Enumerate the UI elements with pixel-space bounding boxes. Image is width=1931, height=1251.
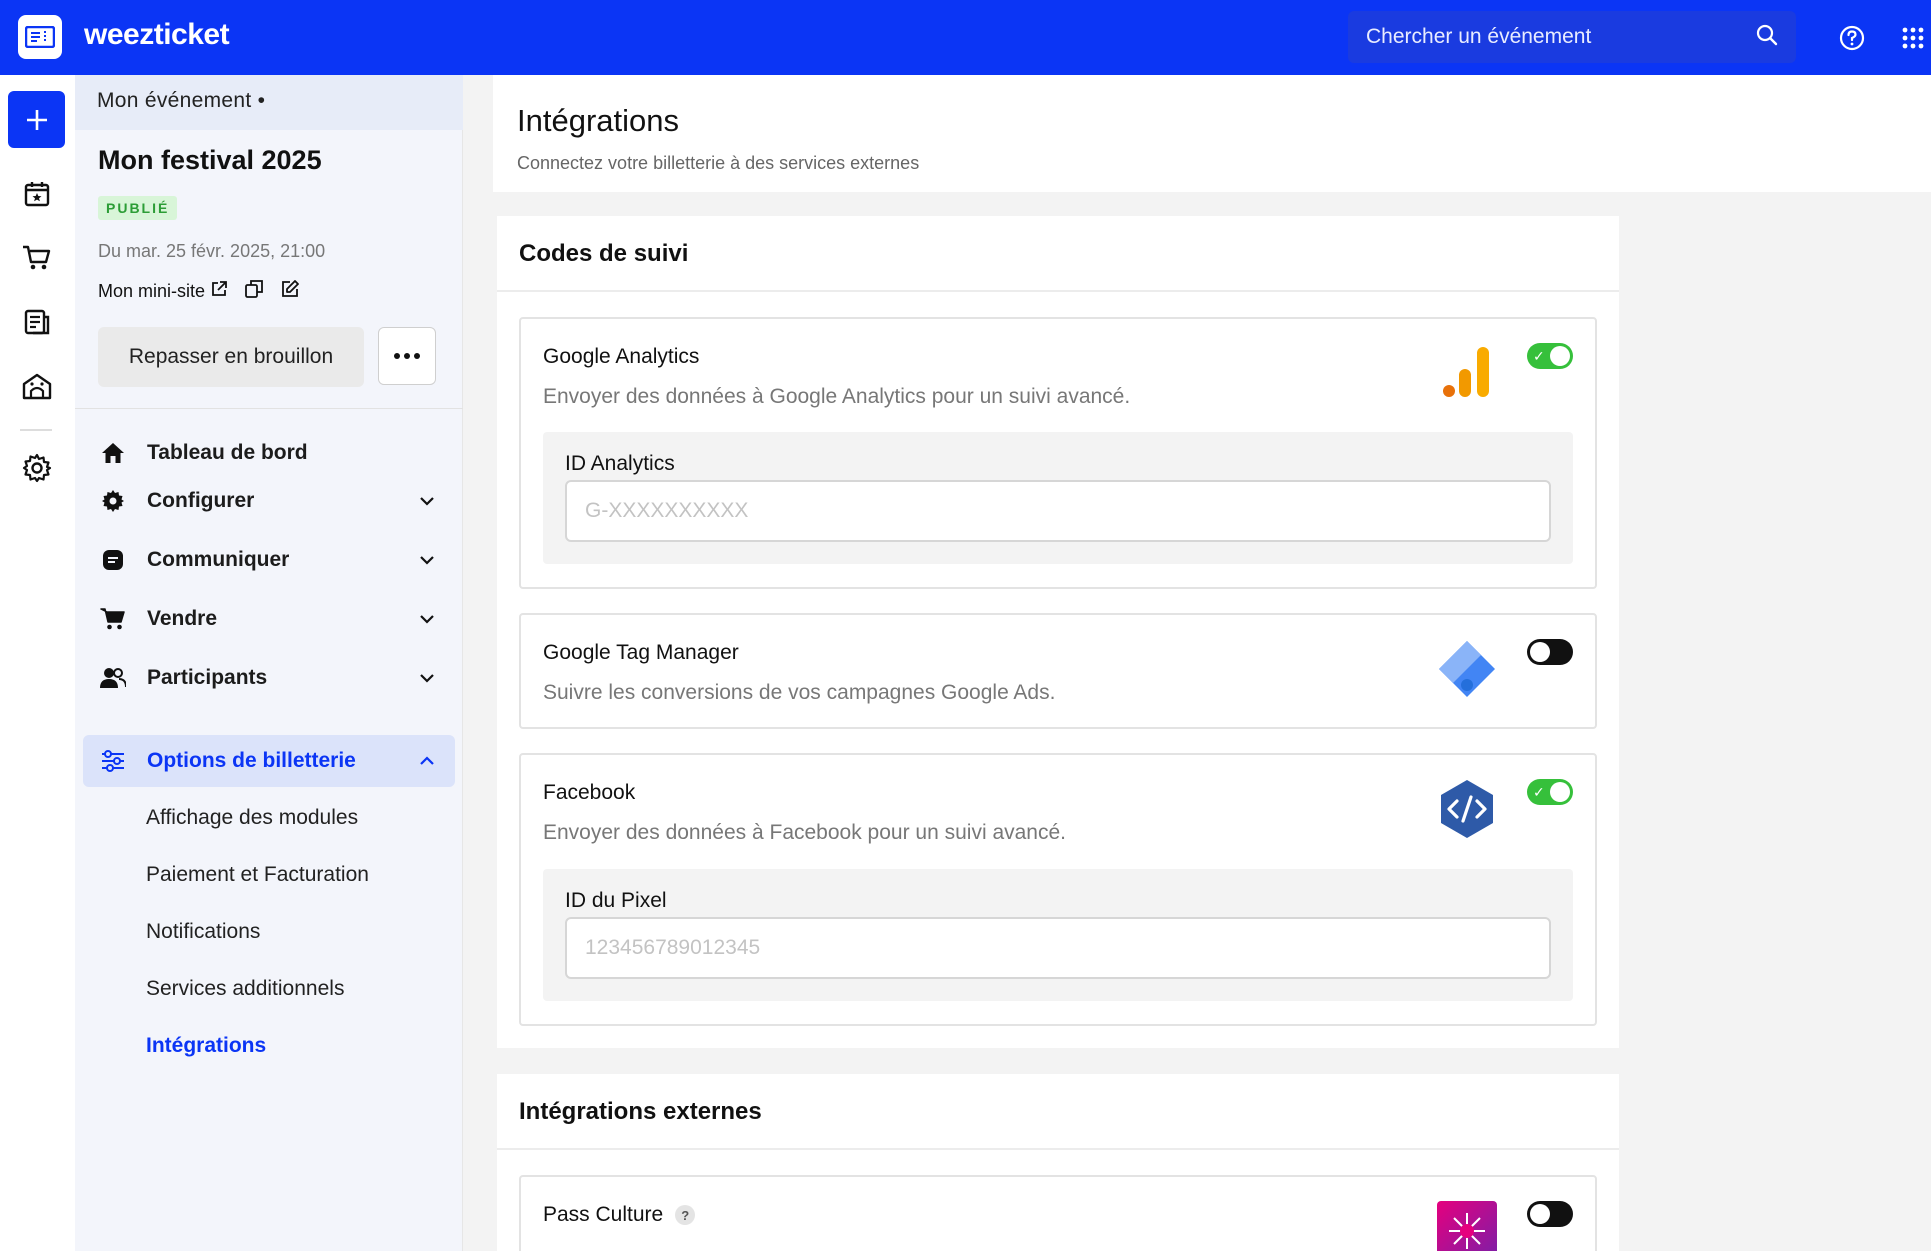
nav-item-participants[interactable]: Participants <box>83 652 455 704</box>
chevron-down-icon <box>420 556 434 565</box>
gear-icon <box>99 487 127 515</box>
nav-item-communicate[interactable]: Communiquer <box>83 534 455 586</box>
pixel-id-field-group: ID du Pixel <box>543 869 1573 1001</box>
card-title: Pass Culture <box>543 1203 664 1226</box>
more-dots-icon <box>394 353 420 359</box>
subnav-payment-billing[interactable]: Paiement et Facturation <box>146 863 369 887</box>
cart-icon <box>99 605 127 633</box>
minisite-link[interactable]: Mon mini-site <box>98 281 205 302</box>
create-event-button[interactable] <box>8 91 65 148</box>
minisite-row: Mon mini-site <box>98 280 299 303</box>
breadcrumb[interactable]: Mon événement • <box>75 75 463 130</box>
weezticket-logo-icon[interactable] <box>18 15 62 59</box>
rail-divider <box>20 429 52 431</box>
event-date: Du mar. 25 févr. 2025, 21:00 <box>98 241 326 261</box>
subnav-module-display[interactable]: Affichage des modules <box>146 806 358 830</box>
google-analytics-logo-icon <box>1435 341 1499 405</box>
pass-culture-toggle[interactable] <box>1527 1201 1573 1227</box>
field-label: ID du Pixel <box>565 889 667 912</box>
home-icon <box>99 439 127 467</box>
chevron-up-icon <box>420 756 434 765</box>
card-description: Envoyer des données à Facebook pour un s… <box>543 821 1067 844</box>
analytics-id-input[interactable] <box>565 480 1551 542</box>
calendar-star-icon[interactable] <box>18 175 56 213</box>
event-sidebar: Mon événement • Mon festival 2025 PUBLIÉ… <box>75 75 463 1251</box>
facebook-card: Facebook Envoyer des données à Facebook … <box>519 753 1597 1026</box>
people-icon <box>99 664 127 692</box>
nav-label: Options de billetterie <box>147 749 356 772</box>
icon-rail <box>0 75 75 1251</box>
google-tag-manager-logo-icon <box>1435 637 1499 701</box>
nav-item-ticketing-options[interactable]: Options de billetterie <box>83 735 455 787</box>
nav-item-sell[interactable]: Vendre <box>83 593 455 645</box>
plus-icon <box>26 109 47 130</box>
status-badge: PUBLIÉ <box>98 196 178 220</box>
venue-icon[interactable] <box>18 367 56 405</box>
settings-icon[interactable] <box>18 449 56 487</box>
section-heading: Intégrations externes <box>497 1074 1619 1150</box>
apps-grid-icon[interactable] <box>1897 22 1929 54</box>
code-hexagon-logo-icon <box>1435 777 1499 841</box>
more-options-button[interactable] <box>378 327 436 385</box>
nav-item-configure[interactable]: Configurer <box>83 475 455 527</box>
card-title: Google Analytics <box>543 345 700 368</box>
external-integrations-section: Intégrations externes Pass Culture ? <box>497 1074 1619 1251</box>
top-bar: weezticket Chercher un événement <box>0 0 1931 75</box>
section-heading: Codes de suivi <box>497 216 1619 292</box>
nav-label: Communiquer <box>147 548 290 571</box>
card-description: Suivre les conversions de vos campagnes … <box>543 681 1056 704</box>
cart-icon[interactable] <box>18 239 56 277</box>
analytics-id-field-group: ID Analytics <box>543 432 1573 564</box>
nav-label: Participants <box>147 666 268 689</box>
card-description: Envoyer des données à Google Analytics p… <box>543 385 1131 408</box>
copy-icon[interactable] <box>245 280 263 303</box>
page-title: Intégrations <box>517 103 679 138</box>
google-analytics-toggle[interactable]: ✓ <box>1527 343 1573 369</box>
nav-item-dashboard[interactable]: Tableau de bord <box>83 427 455 479</box>
nav-label: Tableau de bord <box>147 441 308 464</box>
event-search[interactable]: Chercher un événement <box>1348 11 1796 63</box>
chevron-down-icon <box>420 497 434 506</box>
help-badge-icon[interactable]: ? <box>675 1205 696 1225</box>
nav-label: Vendre <box>147 607 218 630</box>
help-icon[interactable] <box>1836 22 1868 54</box>
google-analytics-card: Google Analytics Envoyer des données à G… <box>519 317 1597 589</box>
message-icon <box>99 546 127 574</box>
pass-culture-card: Pass Culture ? <box>519 1175 1597 1251</box>
revert-to-draft-button[interactable]: Repasser en brouillon <box>98 327 364 387</box>
page-subtitle: Connectez votre billetterie à des servic… <box>517 153 920 173</box>
google-tag-manager-toggle[interactable] <box>1527 639 1573 665</box>
subnav-additional-services[interactable]: Services additionnels <box>146 977 344 1001</box>
card-title-row: Pass Culture ? <box>543 1203 696 1227</box>
field-label: ID Analytics <box>565 452 675 475</box>
chevron-down-icon <box>420 674 434 683</box>
subnav-integrations[interactable]: Intégrations <box>146 1034 266 1058</box>
card-title: Google Tag Manager <box>543 641 739 664</box>
pixel-id-input[interactable] <box>565 917 1551 979</box>
card-title: Facebook <box>543 781 636 804</box>
google-tag-manager-card: Google Tag Manager Suivre les conversion… <box>519 613 1597 729</box>
edit-icon[interactable] <box>281 280 299 303</box>
chevron-down-icon <box>420 615 434 624</box>
tracking-codes-section: Codes de suivi Google Analytics Envoyer … <box>497 216 1619 1048</box>
pass-culture-logo-icon <box>1435 1199 1499 1251</box>
page-header: Intégrations Connectez votre billetterie… <box>493 75 1931 192</box>
brand-name[interactable]: weezticket <box>84 18 230 52</box>
facebook-toggle[interactable]: ✓ <box>1527 779 1573 805</box>
sidebar-divider <box>75 408 463 409</box>
nav-label: Configurer <box>147 489 255 512</box>
report-icon[interactable] <box>18 303 56 341</box>
external-link-icon[interactable] <box>211 281 227 302</box>
subnav-notifications[interactable]: Notifications <box>146 920 260 944</box>
sliders-icon <box>99 747 127 775</box>
search-placeholder[interactable]: Chercher un événement <box>1366 25 1756 49</box>
event-title: Mon festival 2025 <box>98 145 322 175</box>
search-icon[interactable] <box>1756 24 1778 51</box>
